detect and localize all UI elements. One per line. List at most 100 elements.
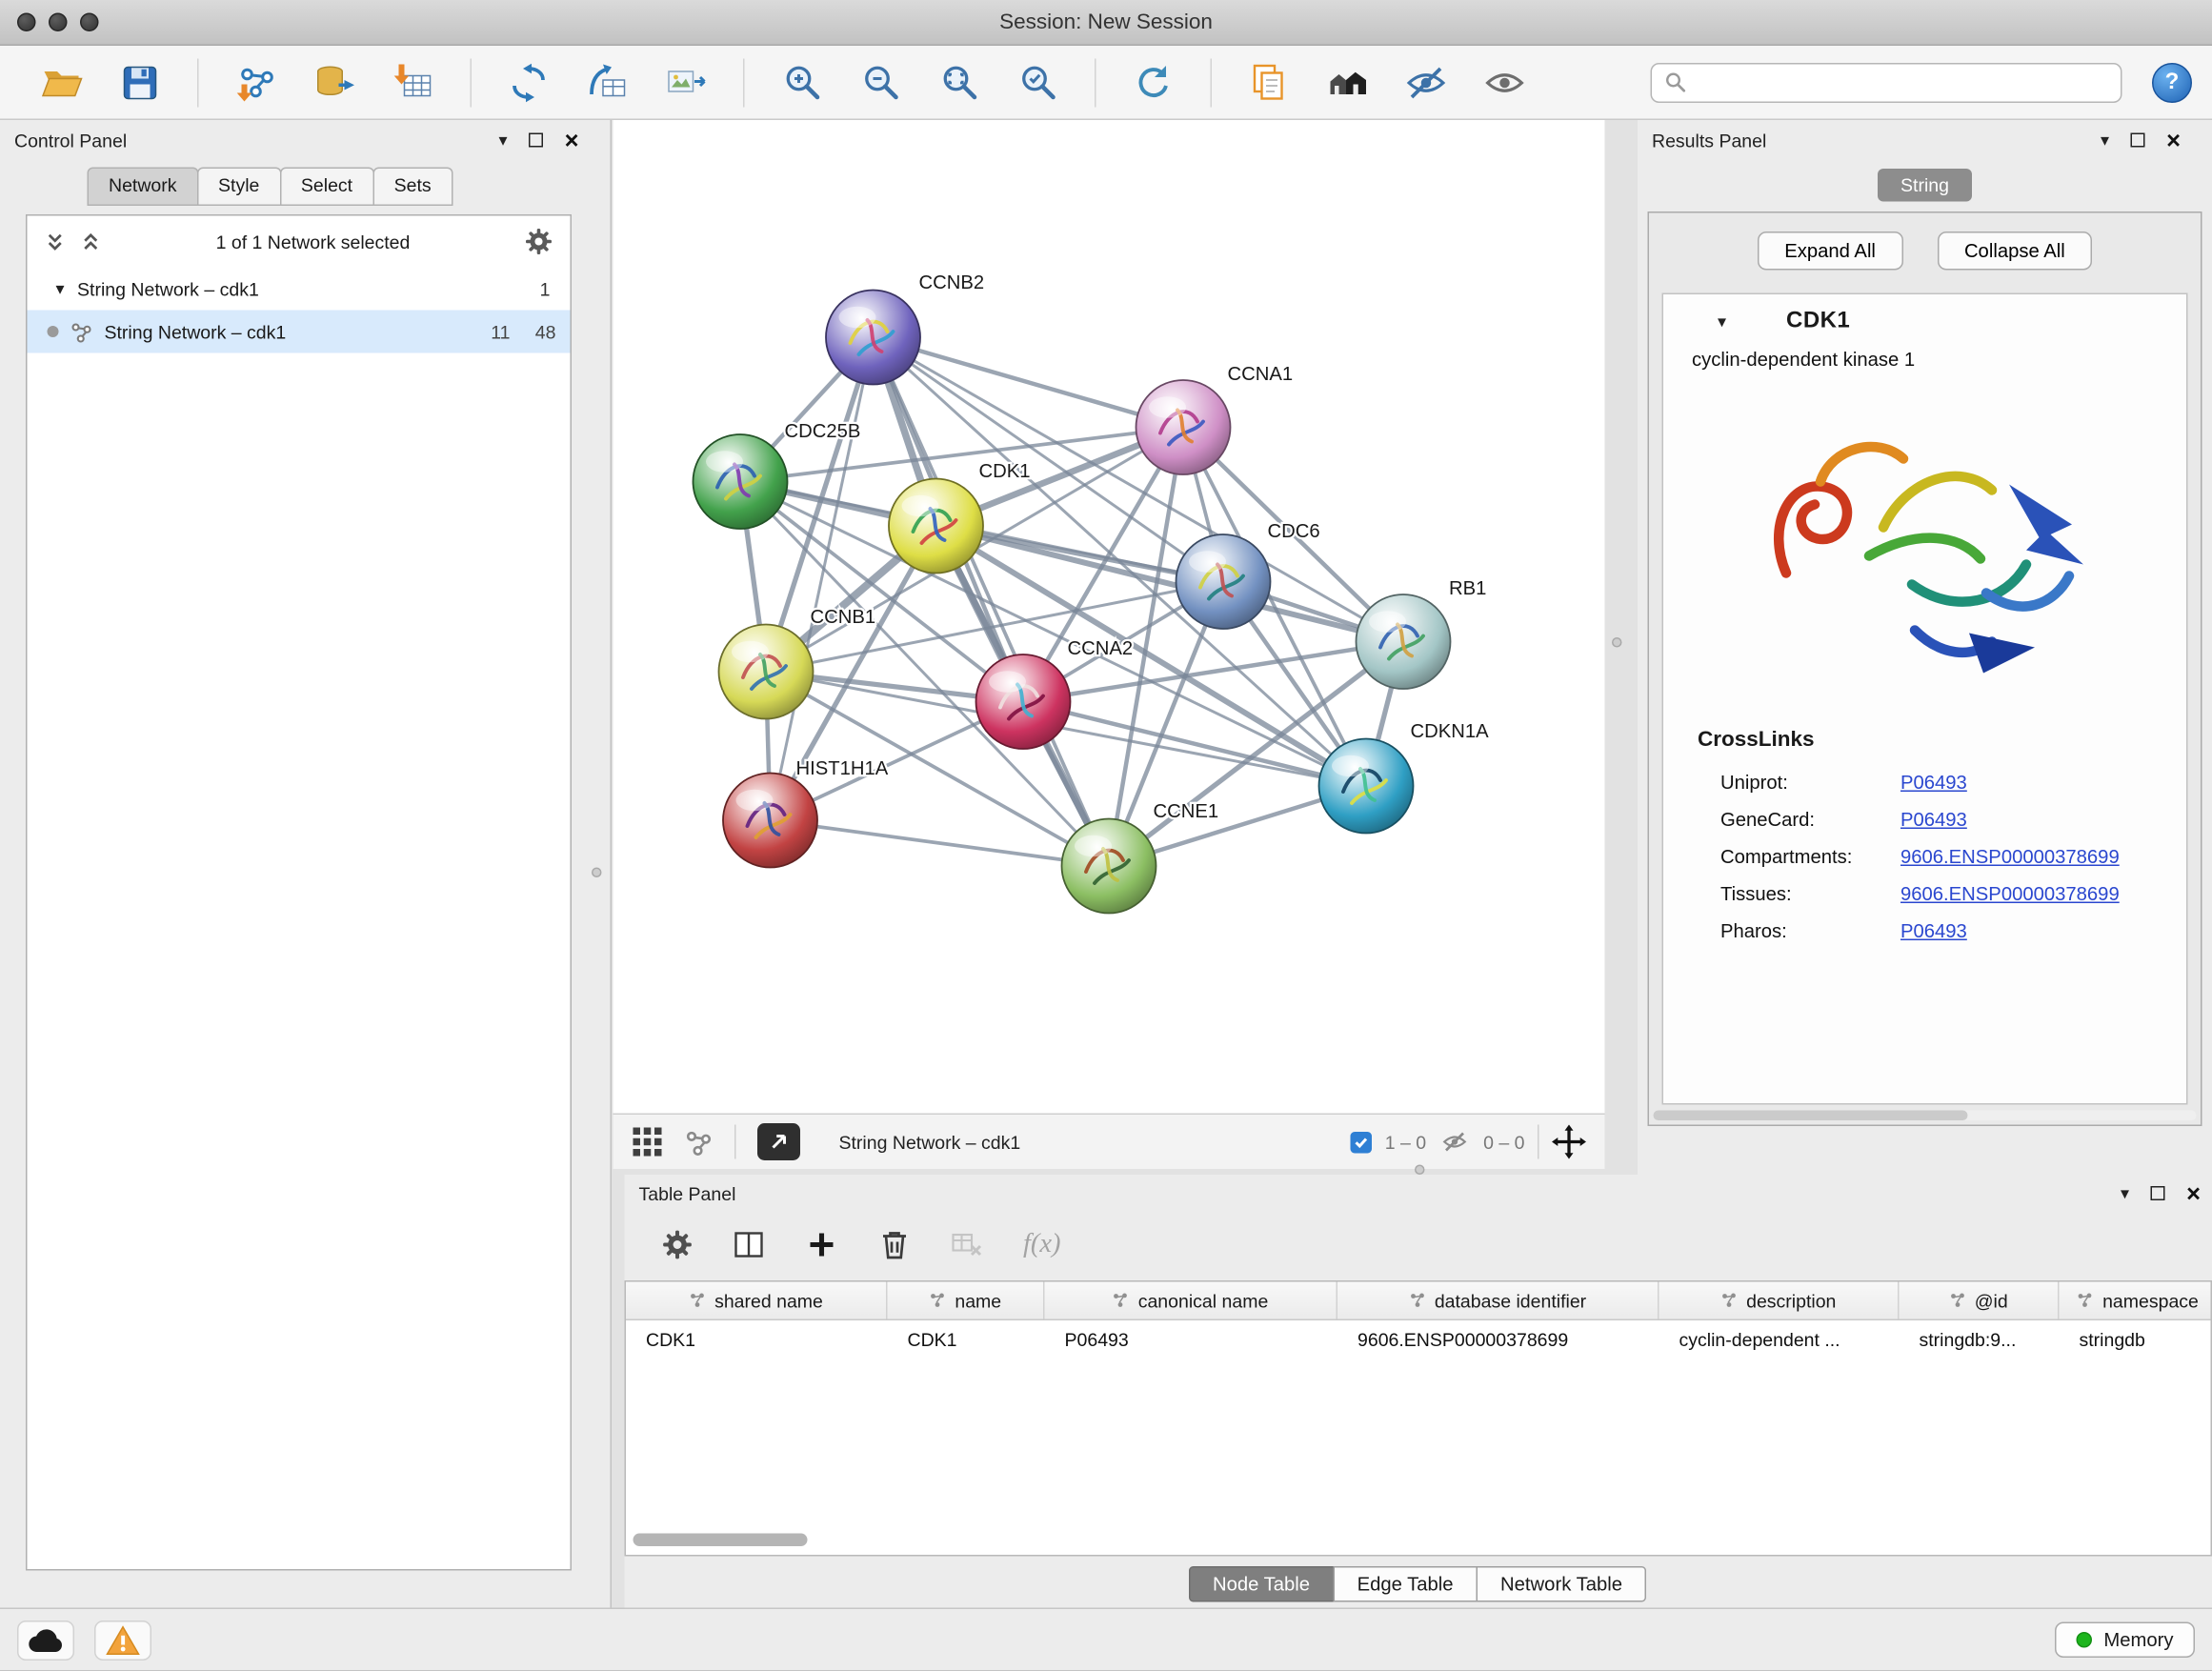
network-overview-icon[interactable]	[685, 1128, 714, 1157]
collapse-all-networks-icon[interactable]	[80, 231, 102, 252]
crosslink-link-uniprot[interactable]: P06493	[1900, 771, 1967, 793]
memory-button[interactable]: Memory	[2055, 1622, 2195, 1659]
hide-graphics-details-button[interactable]	[1402, 58, 1451, 107]
table-horizontal-scrollbar[interactable]	[633, 1534, 808, 1547]
network-node-CCNB1[interactable]	[719, 625, 814, 719]
zoom-window-button[interactable]	[80, 13, 99, 32]
open-session-button[interactable]	[37, 58, 86, 107]
duplicate-page-button[interactable]	[1245, 58, 1294, 107]
network-edge-HIST1H1A-CCNE1[interactable]	[771, 820, 1110, 866]
close-panel-icon[interactable]: ×	[2166, 128, 2181, 152]
table-cell[interactable]: P06493	[1045, 1320, 1338, 1359]
crosslink-link-genecard[interactable]: P06493	[1900, 808, 1967, 830]
float-panel-icon[interactable]: ▾	[2101, 131, 2109, 151]
results-horizontal-scrollbar[interactable]	[1654, 1111, 2197, 1121]
network-from-table-button[interactable]	[583, 58, 632, 107]
table-cell[interactable]: CDK1	[888, 1320, 1045, 1359]
expand-all-networks-icon[interactable]	[45, 231, 67, 252]
collapse-all-button[interactable]: Collapse All	[1937, 232, 2092, 271]
tab-network-table[interactable]: Network Table	[1477, 1566, 1647, 1602]
network-edge-CCNB2-HIST1H1A[interactable]	[771, 337, 874, 820]
hidden-eye-icon[interactable]	[1439, 1129, 1471, 1155]
column-header-description[interactable]: description	[1659, 1282, 1900, 1319]
gear-icon[interactable]	[525, 228, 553, 256]
cloud-status-button[interactable]	[17, 1620, 74, 1660]
birdseye-grid-icon[interactable]	[632, 1126, 663, 1158]
column-header-canonical-name[interactable]: canonical name	[1045, 1282, 1338, 1319]
column-header-namespace[interactable]: namespace	[2060, 1282, 2212, 1319]
expand-all-button[interactable]: Expand All	[1758, 232, 1903, 271]
home-button[interactable]	[1323, 58, 1372, 107]
search-input[interactable]	[1697, 71, 2108, 93]
apply-layout-button[interactable]	[1129, 58, 1177, 107]
table-row[interactable]: CDK1CDK1P064939606.ENSP00000378699cyclin…	[626, 1320, 2211, 1359]
delete-row-icon[interactable]	[877, 1228, 912, 1262]
tab-string[interactable]: String	[1878, 168, 1972, 201]
tab-select[interactable]: Select	[279, 168, 373, 207]
minimize-window-button[interactable]	[49, 13, 68, 32]
maximize-panel-icon[interactable]	[2151, 1186, 2165, 1200]
close-window-button[interactable]	[17, 13, 36, 32]
table-cell[interactable]: CDK1	[626, 1320, 888, 1359]
new-network-button[interactable]	[505, 58, 553, 107]
network-node-CCNB2[interactable]	[826, 291, 920, 385]
crosslink-link-tissues[interactable]: 9606.ENSP00000378699	[1900, 882, 2120, 904]
right-splitter-handle[interactable]	[1612, 637, 1622, 648]
crosslink-link-compartments[interactable]: 9606.ENSP00000378699	[1900, 845, 2120, 867]
network-node-HIST1H1A[interactable]	[723, 774, 817, 868]
network-edge-CCNB2-CCNE1[interactable]	[874, 337, 1110, 866]
warnings-button[interactable]	[94, 1620, 151, 1660]
bottom-splitter-handle[interactable]	[1415, 1165, 1425, 1176]
tab-style[interactable]: Style	[197, 168, 281, 207]
show-graphics-details-button[interactable]	[1480, 58, 1529, 107]
close-panel-icon[interactable]: ×	[565, 128, 579, 152]
maximize-panel-icon[interactable]	[2131, 133, 2145, 148]
show-columns-icon[interactable]	[732, 1228, 766, 1262]
tab-node-table[interactable]: Node Table	[1188, 1566, 1334, 1602]
export-view-button[interactable]	[757, 1123, 800, 1160]
column-header-id[interactable]: @id	[1900, 1282, 2060, 1319]
zoom-in-button[interactable]	[777, 58, 826, 107]
column-header-name[interactable]: name	[888, 1282, 1045, 1319]
close-panel-icon[interactable]: ×	[2186, 1181, 2201, 1206]
maximize-panel-icon[interactable]	[529, 133, 543, 148]
network-node-CDK1[interactable]	[889, 479, 983, 574]
table-cell[interactable]: stringdb:9...	[1900, 1320, 2060, 1359]
table-cell[interactable]: 9606.ENSP00000378699	[1337, 1320, 1659, 1359]
import-network-file-button[interactable]	[231, 58, 280, 107]
network-row-selected[interactable]: String Network – cdk1 11 48	[28, 311, 571, 353]
crosslink-link-pharos[interactable]: P06493	[1900, 919, 1967, 941]
float-panel-icon[interactable]: ▾	[2121, 1183, 2129, 1203]
import-network-database-button[interactable]	[311, 58, 359, 107]
table-cell[interactable]: cyclin-dependent ...	[1659, 1320, 1900, 1359]
tab-network[interactable]: Network	[88, 168, 199, 207]
zoom-fit-button[interactable]	[935, 58, 983, 107]
section-expander-icon[interactable]: ▾	[1718, 312, 1726, 332]
table-cell[interactable]: stringdb	[2060, 1320, 2212, 1359]
network-node-CCNA2[interactable]	[976, 654, 1071, 749]
zoom-selected-button[interactable]	[1014, 58, 1062, 107]
left-splitter-handle[interactable]	[592, 868, 602, 878]
network-node-CCNA1[interactable]	[1136, 380, 1231, 474]
network-node-CDKN1A[interactable]	[1319, 739, 1414, 834]
help-button[interactable]: ?	[2152, 62, 2192, 102]
add-row-icon[interactable]	[805, 1228, 839, 1262]
network-edge-CCNB2-CCNA1[interactable]	[874, 337, 1184, 428]
network-node-CCNE1[interactable]	[1062, 819, 1156, 914]
float-panel-icon[interactable]: ▾	[499, 131, 508, 151]
network-node-CDC25B[interactable]	[694, 434, 788, 529]
column-header-database-identifier[interactable]: database identifier	[1337, 1282, 1659, 1319]
pan-crosshair-icon[interactable]	[1552, 1125, 1586, 1159]
network-node-CDC6[interactable]	[1176, 534, 1271, 629]
tab-sets[interactable]: Sets	[372, 168, 452, 207]
column-header-shared-name[interactable]: shared name	[626, 1282, 888, 1319]
zoom-out-button[interactable]	[856, 58, 905, 107]
save-session-button[interactable]	[116, 58, 165, 107]
tab-edge-table[interactable]: Edge Table	[1333, 1566, 1478, 1602]
table-settings-gear-icon[interactable]	[662, 1229, 694, 1260]
import-table-button[interactable]	[389, 58, 437, 107]
network-collection-row[interactable]: ▾ String Network – cdk1 1	[28, 268, 571, 311]
selected-nodes-checkbox-icon[interactable]	[1351, 1131, 1373, 1153]
network-node-RB1[interactable]	[1357, 594, 1451, 689]
collection-expander-icon[interactable]: ▾	[56, 279, 65, 299]
